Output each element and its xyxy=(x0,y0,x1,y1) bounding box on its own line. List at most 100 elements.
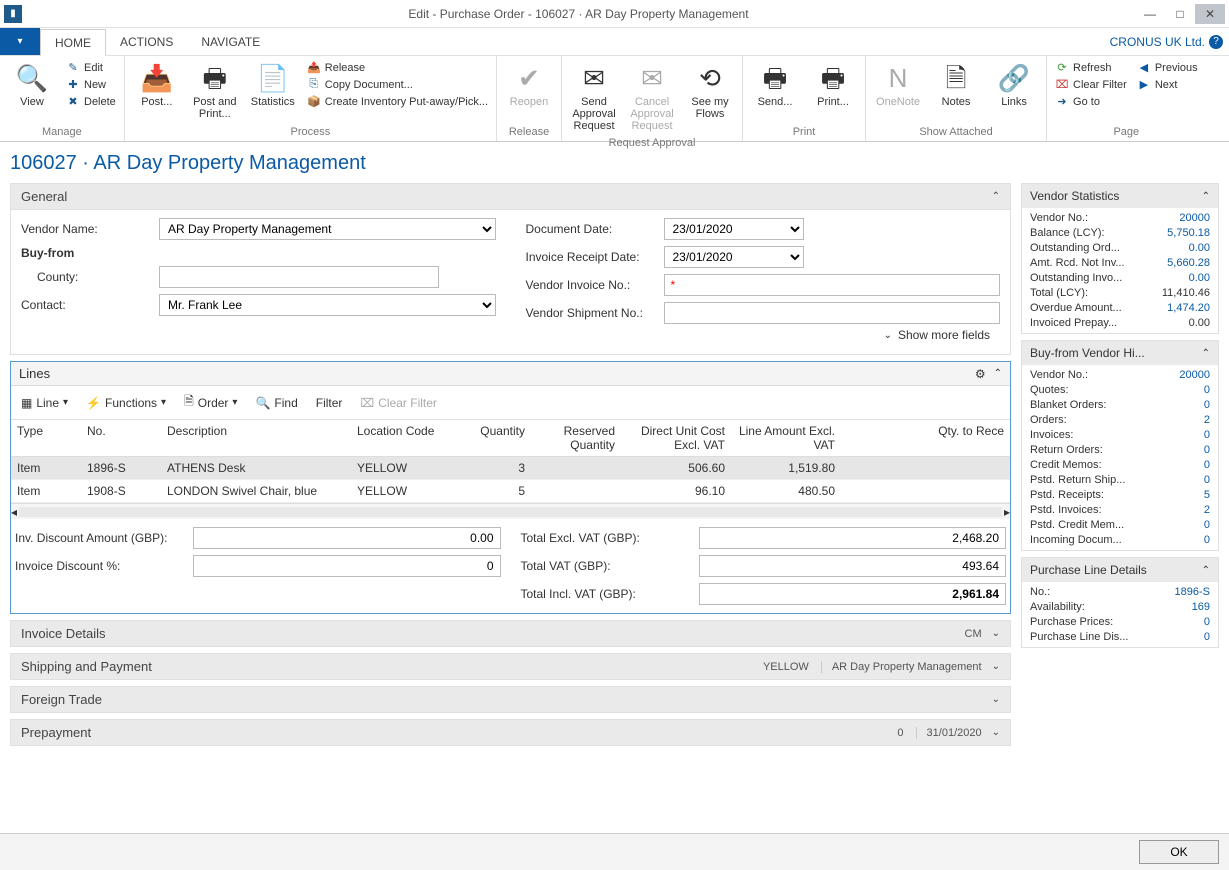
stat-row[interactable]: Orders:2 xyxy=(1030,414,1210,426)
stat-row[interactable]: Outstanding Invo...0.00 xyxy=(1030,272,1210,284)
inv-disc-amt-input[interactable] xyxy=(193,527,501,549)
links-button[interactable]: 🔗Links xyxy=(986,58,1042,125)
line-details-header[interactable]: Purchase Line Details⌃ xyxy=(1022,558,1218,582)
stat-row[interactable]: Blanket Orders:0 xyxy=(1030,399,1210,411)
release-button[interactable]: 📤Release xyxy=(303,60,492,75)
lines-functions-menu[interactable]: ⚡Functions▾ xyxy=(82,394,170,412)
delete-button[interactable]: ✖Delete xyxy=(62,94,120,109)
contact-input[interactable]: Mr. Frank Lee xyxy=(159,294,496,316)
lines-filter-button[interactable]: Filter xyxy=(312,394,347,412)
next-button[interactable]: ▶Next xyxy=(1133,77,1202,92)
prepayment-header[interactable]: Prepayment031/01/2020⌄ xyxy=(10,719,1011,746)
stat-row[interactable]: Amt. Rcd. Not Inv...5,660.28 xyxy=(1030,257,1210,269)
vend-inv-no-input[interactable] xyxy=(664,274,1001,296)
lines-line-menu[interactable]: ▦Line▾ xyxy=(17,394,72,412)
see-flows-button[interactable]: ⟲See my Flows xyxy=(682,58,738,136)
reopen-button[interactable]: ✔Reopen xyxy=(501,58,557,125)
stat-row[interactable]: Incoming Docum...0 xyxy=(1030,534,1210,546)
lines-header[interactable]: Lines ⚙ ⌃ xyxy=(11,362,1010,386)
lines-scrollbar[interactable]: ◂▸ xyxy=(11,503,1010,519)
send-button[interactable]: 🖶Send... xyxy=(747,58,803,125)
stat-row[interactable]: Pstd. Receipts:5 xyxy=(1030,489,1210,501)
onenote-button[interactable]: NOneNote xyxy=(870,58,926,125)
invoice-details-header[interactable]: Invoice DetailsCM⌄ xyxy=(10,620,1011,647)
stat-row[interactable]: No.:1896-S xyxy=(1030,586,1210,598)
stat-row[interactable]: Balance (LCY):5,750.18 xyxy=(1030,227,1210,239)
gear-icon[interactable]: ⚙ xyxy=(975,367,986,381)
county-input[interactable] xyxy=(159,266,439,288)
new-button[interactable]: ✚New xyxy=(62,77,120,92)
stat-row[interactable]: Availability:169 xyxy=(1030,601,1210,613)
col-unitcost[interactable]: Direct Unit Cost Excl. VAT xyxy=(621,420,731,457)
doc-date-input[interactable]: 23/01/2020 xyxy=(664,218,804,240)
col-qtyrec[interactable]: Qty. to Rece xyxy=(841,420,1010,457)
goto-button[interactable]: ➜Go to xyxy=(1051,94,1131,109)
stat-row[interactable]: Invoices:0 xyxy=(1030,429,1210,441)
edit-button[interactable]: ✎Edit xyxy=(62,60,120,75)
prev-icon: ◀ xyxy=(1137,61,1151,74)
lines-order-menu[interactable]: 🗎Order▾ xyxy=(180,390,241,415)
collapse-icon: ⌃ xyxy=(994,368,1002,379)
stat-row[interactable]: Credit Memos:0 xyxy=(1030,459,1210,471)
tab-navigate[interactable]: NAVIGATE xyxy=(187,28,274,55)
stat-row[interactable]: Vendor No.:20000 xyxy=(1030,212,1210,224)
company-selector[interactable]: CRONUS UK Ltd.? xyxy=(1104,28,1229,55)
inv-disc-pct-input[interactable] xyxy=(193,555,501,577)
notes-button[interactable]: 🗎Notes xyxy=(928,58,984,125)
stat-row[interactable]: Vendor No.:20000 xyxy=(1030,369,1210,381)
post-button[interactable]: 📥Post... xyxy=(129,58,185,125)
inv-rcpt-input[interactable]: 23/01/2020 xyxy=(664,246,804,268)
file-tab[interactable]: ▾ xyxy=(0,28,40,55)
buy-from-history-header[interactable]: Buy-from Vendor Hi...⌃ xyxy=(1022,341,1218,365)
general-header[interactable]: General ⌃ xyxy=(10,183,1011,210)
stat-row[interactable]: Pstd. Invoices:2 xyxy=(1030,504,1210,516)
vend-ship-no-input[interactable] xyxy=(664,302,1001,324)
col-type[interactable]: Type xyxy=(11,420,81,457)
copy-doc-button[interactable]: ⎘Copy Document... xyxy=(303,77,492,92)
ok-button[interactable]: OK xyxy=(1139,840,1219,864)
view-button[interactable]: 🔍View xyxy=(4,58,60,125)
lines-clear-filter-button[interactable]: ⌧Clear Filter xyxy=(356,394,441,412)
lines-find-button[interactable]: 🔍Find xyxy=(251,394,301,412)
minimize-button[interactable]: — xyxy=(1135,4,1165,24)
stat-row[interactable]: Outstanding Ord...0.00 xyxy=(1030,242,1210,254)
tab-home[interactable]: HOME xyxy=(40,29,106,56)
stat-row[interactable]: Purchase Line Dis...0 xyxy=(1030,631,1210,643)
shipping-header[interactable]: Shipping and PaymentYELLOWAR Day Propert… xyxy=(10,653,1011,680)
vendor-stats-header[interactable]: Vendor Statistics⌃ xyxy=(1022,184,1218,208)
stat-row[interactable]: Pstd. Return Ship...0 xyxy=(1030,474,1210,486)
app-icon: ▮ xyxy=(4,5,22,23)
col-qty[interactable]: Quantity xyxy=(441,420,531,457)
help-icon[interactable]: ? xyxy=(1209,35,1223,49)
stat-row[interactable]: Quotes:0 xyxy=(1030,384,1210,396)
find-icon: 🔍 xyxy=(255,396,270,410)
tab-actions[interactable]: ACTIONS xyxy=(106,28,187,55)
show-more-fields[interactable]: ⌄Show more fields xyxy=(21,324,1000,346)
col-resq[interactable]: Reserved Quantity xyxy=(531,420,621,457)
print-button[interactable]: 🖶Print... xyxy=(805,58,861,125)
post-print-button[interactable]: 🖶Post and Print... xyxy=(187,58,243,125)
stat-row[interactable]: Purchase Prices:0 xyxy=(1030,616,1210,628)
vendor-name-input[interactable]: AR Day Property Management xyxy=(159,218,496,240)
send-approval-button[interactable]: ✉Send Approval Request xyxy=(566,58,622,136)
foreign-trade-header[interactable]: Foreign Trade⌄ xyxy=(10,686,1011,713)
table-row[interactable]: Item1908-SLONDON Swivel Chair, blueYELLO… xyxy=(11,480,1010,503)
table-row[interactable]: Item1896-SATHENS DeskYELLOW3506.601,519.… xyxy=(11,457,1010,480)
previous-button[interactable]: ◀Previous xyxy=(1133,60,1202,75)
lines-grid[interactable]: Type No. Description Location Code Quant… xyxy=(11,420,1010,503)
stat-row[interactable]: Overdue Amount...1,474.20 xyxy=(1030,302,1210,314)
stat-row[interactable]: Return Orders:0 xyxy=(1030,444,1210,456)
col-no[interactable]: No. xyxy=(81,420,161,457)
stat-row[interactable]: Pstd. Credit Mem...0 xyxy=(1030,519,1210,531)
onenote-icon: N xyxy=(889,62,908,94)
create-putaway-button[interactable]: 📦Create Inventory Put-away/Pick... xyxy=(303,94,492,109)
maximize-button[interactable]: □ xyxy=(1165,4,1195,24)
col-lineamt[interactable]: Line Amount Excl. VAT xyxy=(731,420,841,457)
col-loc[interactable]: Location Code xyxy=(351,420,441,457)
col-desc[interactable]: Description xyxy=(161,420,351,457)
clear-filter-button[interactable]: ⌧Clear Filter xyxy=(1051,77,1131,92)
refresh-button[interactable]: ⟳Refresh xyxy=(1051,60,1131,75)
cancel-approval-button[interactable]: ✉Cancel Approval Request xyxy=(624,58,680,136)
close-button[interactable]: ✕ xyxy=(1195,4,1225,24)
statistics-button[interactable]: 📄Statistics xyxy=(245,58,301,125)
